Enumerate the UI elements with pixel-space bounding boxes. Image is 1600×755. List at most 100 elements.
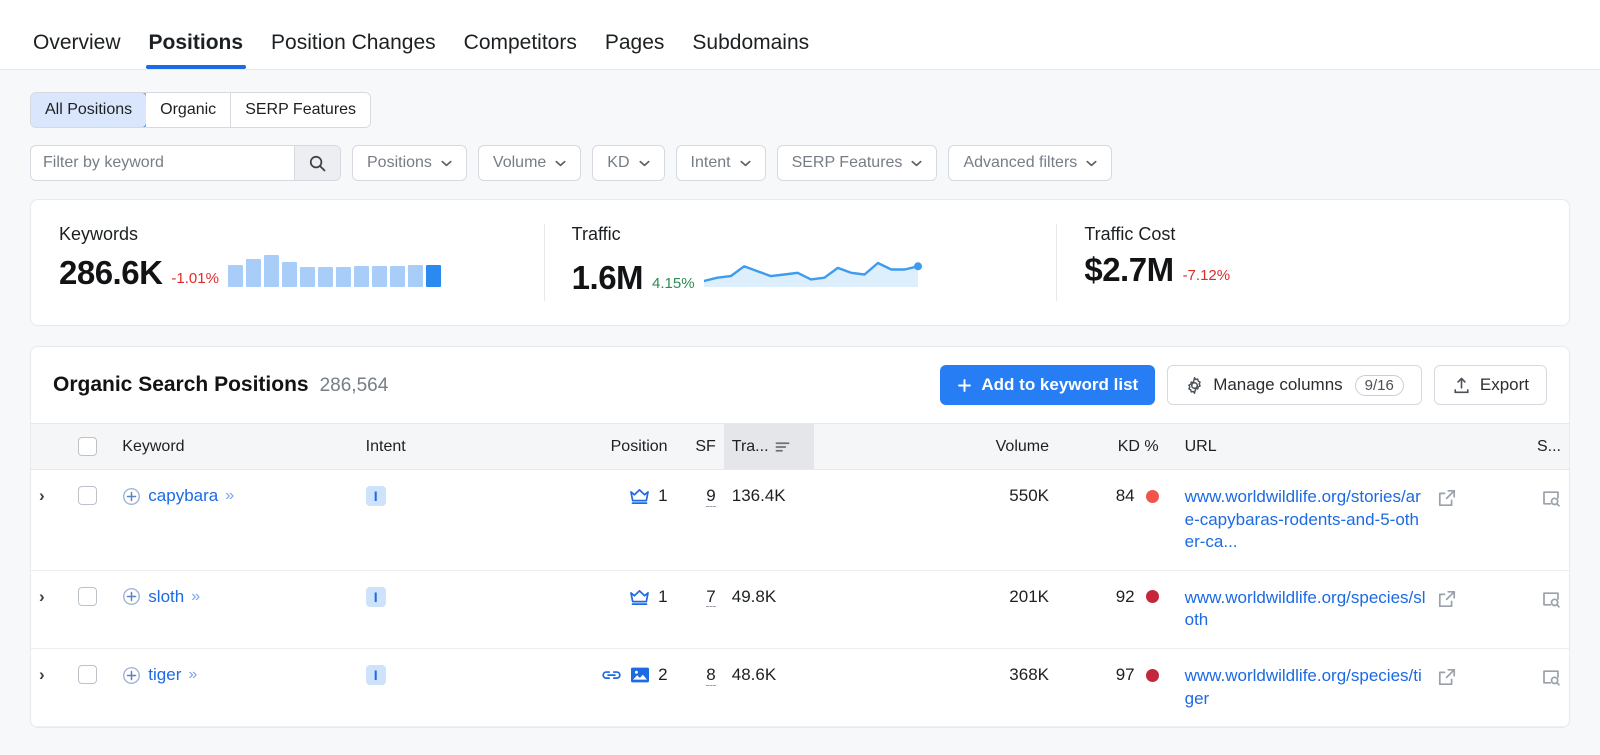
row-select-cell[interactable] xyxy=(70,470,114,571)
volume-cell: 368K xyxy=(814,649,1057,727)
keyword-filter[interactable] xyxy=(30,145,341,181)
sf-value[interactable]: 7 xyxy=(706,587,715,608)
plus-icon xyxy=(957,378,972,393)
search-input[interactable] xyxy=(31,146,294,180)
image-icon xyxy=(630,666,650,684)
metric-traffic: Traffic 1.6M 4.15% xyxy=(544,200,1057,325)
url-link[interactable]: www.worldwildlife.org/stories/are-capyba… xyxy=(1185,486,1427,554)
table-head: Keyword Intent Position SF Tra... xyxy=(31,424,1569,470)
add-keyword-icon[interactable] xyxy=(122,487,141,506)
keyword-cell: tiger » xyxy=(114,649,357,727)
filter-kd[interactable]: KD xyxy=(592,145,664,181)
nav-tab-positions[interactable]: Positions xyxy=(146,31,247,69)
segment-all-positions[interactable]: All Positions xyxy=(30,92,147,128)
col-intent[interactable]: Intent xyxy=(358,424,511,470)
filter-toolbar: All PositionsOrganicSERP Features Positi… xyxy=(0,70,1600,181)
results-count: 286,564 xyxy=(320,375,389,397)
segment-serp-features[interactable]: SERP Features xyxy=(231,93,370,127)
intent-badge[interactable]: I xyxy=(366,486,386,506)
filter-volume[interactable]: Volume xyxy=(478,145,581,181)
row-expand-cell[interactable]: › xyxy=(31,470,70,571)
search-button[interactable] xyxy=(294,146,340,180)
sparkline-bar xyxy=(426,265,441,287)
col-sf[interactable]: SF xyxy=(676,424,724,470)
nav-tab-competitors[interactable]: Competitors xyxy=(461,31,580,69)
table-actions: Add to keyword list Manage columns 9/16 xyxy=(940,365,1547,405)
filter-serp-features[interactable]: SERP Features xyxy=(777,145,938,181)
select-all-checkbox[interactable] xyxy=(78,437,97,456)
col-expand xyxy=(31,424,70,470)
row-expand-cell[interactable]: › xyxy=(31,570,70,648)
add-to-keyword-list-button[interactable]: Add to keyword list xyxy=(940,365,1155,405)
col-traffic[interactable]: Tra... xyxy=(724,424,814,470)
metrics-row: Keywords 286.6K -1.01% Traffic 1.6M 4.15… xyxy=(31,200,1569,325)
chevron-down-icon xyxy=(441,160,452,167)
position-value: 1 xyxy=(658,486,667,506)
segment-organic[interactable]: Organic xyxy=(146,93,231,127)
filter-intent[interactable]: Intent xyxy=(676,145,766,181)
nav-tab-subdomains[interactable]: Subdomains xyxy=(689,31,812,69)
intent-badge[interactable]: I xyxy=(366,665,386,685)
sparkline-bar xyxy=(372,266,387,287)
open-link-icon[interactable] xyxy=(1437,589,1457,609)
metric-delta: -7.12% xyxy=(1183,268,1231,286)
row-checkbox[interactable] xyxy=(78,665,97,684)
page-title: Organic Search Positions xyxy=(53,373,309,397)
nav-tab-overview[interactable]: Overview xyxy=(30,31,124,69)
add-keyword-icon[interactable] xyxy=(122,666,141,685)
serp-preview-icon[interactable] xyxy=(1541,488,1561,508)
metric-label: Traffic Cost xyxy=(1084,224,1569,245)
expand-row-icon[interactable]: › xyxy=(39,665,45,684)
keyword-expand-icon[interactable]: » xyxy=(225,487,232,505)
url-link[interactable]: www.worldwildlife.org/species/sloth xyxy=(1185,587,1427,632)
sf-value[interactable]: 9 xyxy=(706,486,715,507)
manage-columns-button[interactable]: Manage columns 9/16 xyxy=(1167,365,1422,405)
table-body: ›capybara»I19136.4K550K84www.worldwildli… xyxy=(31,470,1569,727)
position-type-segmented-control[interactable]: All PositionsOrganicSERP Features xyxy=(30,92,371,128)
keyword-link[interactable]: tiger xyxy=(148,665,181,685)
keyword-link[interactable]: capybara xyxy=(148,486,218,506)
traffic-cell: 136.4K xyxy=(724,470,814,571)
sf-value[interactable]: 8 xyxy=(706,665,715,686)
intent-badge[interactable]: I xyxy=(366,587,386,607)
keyword-expand-icon[interactable]: » xyxy=(191,588,198,606)
filter-label: SERP Features xyxy=(792,154,903,172)
keyword-link[interactable]: sloth xyxy=(148,587,184,607)
nav-tab-position-changes[interactable]: Position Changes xyxy=(268,31,439,69)
col-s[interactable]: S... xyxy=(1465,424,1569,470)
chevron-down-icon xyxy=(555,160,566,167)
filter-positions[interactable]: Positions xyxy=(352,145,467,181)
row-select-cell[interactable] xyxy=(70,649,114,727)
row-expand-cell[interactable]: › xyxy=(31,649,70,727)
col-select-all[interactable] xyxy=(70,424,114,470)
url-link[interactable]: www.worldwildlife.org/species/tiger xyxy=(1185,665,1427,710)
metric-value: 286.6K xyxy=(59,256,162,289)
col-position[interactable]: Position xyxy=(511,424,675,470)
open-link-icon[interactable] xyxy=(1437,667,1457,687)
open-link-icon[interactable] xyxy=(1437,488,1457,508)
traffic-cell: 48.6K xyxy=(724,649,814,727)
col-url[interactable]: URL xyxy=(1167,424,1465,470)
col-keyword[interactable]: Keyword xyxy=(114,424,357,470)
add-keyword-icon[interactable] xyxy=(122,587,141,606)
row-checkbox[interactable] xyxy=(78,587,97,606)
row-checkbox[interactable] xyxy=(78,486,97,505)
row-select-cell[interactable] xyxy=(70,570,114,648)
gear-icon xyxy=(1185,376,1204,395)
crown-icon xyxy=(629,588,650,606)
filter-advanced-filters[interactable]: Advanced filters xyxy=(948,145,1112,181)
export-button[interactable]: Export xyxy=(1434,365,1547,405)
table-header-bar: Organic Search Positions 286,564 Add to … xyxy=(31,347,1569,423)
keyword-expand-icon[interactable]: » xyxy=(188,666,195,684)
col-kd[interactable]: KD % xyxy=(1057,424,1167,470)
col-volume[interactable]: Volume xyxy=(814,424,1057,470)
metrics-card: Keywords 286.6K -1.01% Traffic 1.6M 4.15… xyxy=(30,199,1570,326)
serp-preview-icon[interactable] xyxy=(1541,667,1561,687)
kd-cell: 92 xyxy=(1057,570,1167,648)
sparkline-bar xyxy=(264,255,279,287)
expand-row-icon[interactable]: › xyxy=(39,587,45,606)
nav-tab-pages[interactable]: Pages xyxy=(602,31,668,69)
positions-table: Keyword Intent Position SF Tra... xyxy=(31,423,1569,727)
serp-preview-icon[interactable] xyxy=(1541,589,1561,609)
expand-row-icon[interactable]: › xyxy=(39,486,45,505)
